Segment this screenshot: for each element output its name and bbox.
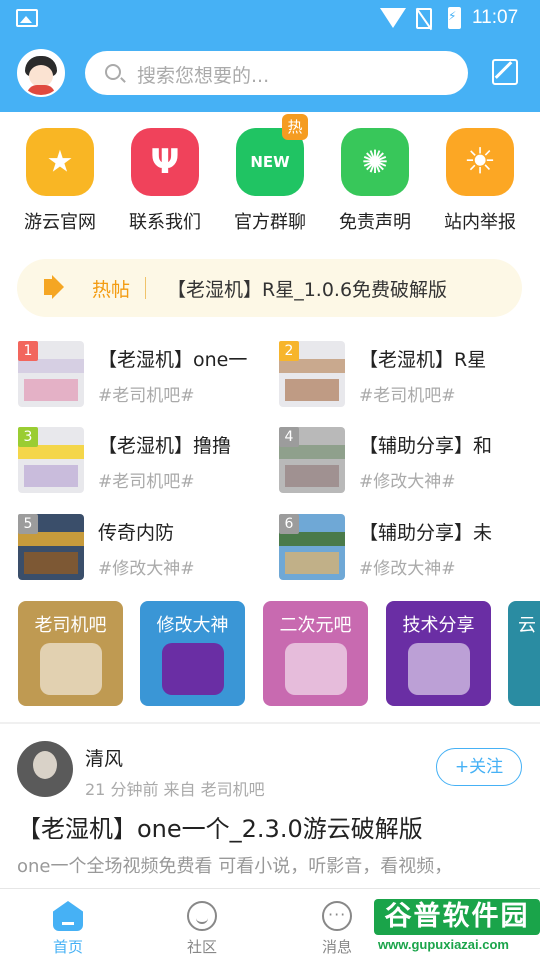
battery-charging-icon [448, 7, 461, 29]
quick-link-official-group[interactable]: NEW 热 官方群聊 [218, 114, 322, 234]
sun-icon: ☀ [446, 128, 514, 196]
tab-community[interactable]: 社区 [162, 901, 242, 957]
rank-number: 1 [18, 341, 38, 361]
ranking-tag: #老司机吧# [98, 472, 195, 492]
follow-button[interactable]: +关注 [436, 748, 522, 786]
no-sim-icon [416, 8, 432, 29]
hacker-icon [408, 643, 470, 695]
home-icon [53, 901, 83, 931]
hot-post-label: 热帖 [92, 279, 131, 301]
divider [145, 277, 146, 299]
category-xiugai[interactable]: 修改大神 [140, 601, 245, 706]
post-title[interactable]: 【老湿机】one一个_2.3.0游云破解版 [17, 809, 423, 844]
quick-link-label: 官方群聊 [234, 212, 306, 233]
quick-link-label: 游云官网 [24, 212, 96, 233]
rank-number: 4 [279, 427, 299, 447]
search-input[interactable]: 搜索您想要的... [85, 51, 468, 95]
ranking-title: 【老湿机】撸撸 [98, 435, 232, 457]
quick-link-contact-us[interactable]: Ψ 联系我们 [113, 128, 217, 234]
speaker-icon [44, 279, 54, 295]
tab-home[interactable]: 首页 [28, 901, 108, 957]
tab-label: 社区 [186, 938, 217, 956]
fork-knife-icon: Ψ [131, 128, 199, 196]
new-badge-icon: NEW 热 [236, 114, 308, 196]
search-icon [105, 64, 121, 80]
ranking-title: 传奇内防 [98, 522, 175, 544]
car-icon [40, 643, 102, 695]
section-divider [0, 722, 540, 724]
ranking-tag: #修改大神# [359, 472, 456, 492]
kiwi-icon: ✺ [341, 128, 409, 196]
status-bar: 11:07 [0, 0, 540, 36]
compose-icon[interactable] [492, 59, 518, 85]
ranking-tag: #修改大神# [359, 559, 456, 579]
quick-link-label: 联系我们 [129, 212, 201, 233]
ranking-item[interactable]: 1 【老湿机】one一 #老司机吧# [18, 341, 268, 409]
ranking-tag: #老司机吧# [359, 386, 456, 406]
watermark-url: www.gupuxiazai.com [378, 937, 509, 952]
category-erciyuan[interactable]: 二次元吧 [263, 601, 368, 706]
tab-label: 首页 [52, 938, 83, 956]
status-time: 11:07 [472, 7, 519, 28]
ranking-item[interactable]: 2 【老湿机】R星 #老司机吧# [279, 341, 529, 409]
post-excerpt: one一个全场视频免费看 可看小说，听影音，看视频， [17, 856, 453, 877]
quick-link-disclaimer[interactable]: ✺ 免责声明 [323, 128, 427, 234]
gg-shield-icon [162, 643, 224, 695]
hot-post-text: 【老湿机】R星_1.0.6免费破解版 [167, 279, 448, 301]
wifi-icon [380, 8, 406, 28]
quick-link-label: 站内举报 [444, 212, 516, 233]
tab-label: 消息 [321, 938, 352, 956]
user-avatar[interactable] [17, 49, 65, 97]
star-badge-icon: ★ [26, 128, 94, 196]
ranking-item[interactable]: 5 传奇内防 #修改大神# [18, 514, 268, 582]
search-placeholder: 搜索您想要的... [137, 65, 270, 87]
message-icon [322, 901, 352, 931]
category-label: 云 [518, 615, 536, 636]
post-meta: 21 分钟前 来自 老司机吧 [85, 780, 265, 799]
ranking-title: 【辅助分享】和 [359, 435, 493, 457]
ranking-tag: #老司机吧# [98, 386, 195, 406]
anime-girl-icon [285, 643, 347, 695]
ranking-item[interactable]: 6 【辅助分享】未 #修改大神# [279, 514, 529, 582]
watermark-title: 谷普软件园 [374, 899, 540, 935]
hot-post-banner[interactable]: 热帖 【老湿机】R星_1.0.6免费破解版 [17, 259, 522, 317]
rank-number: 5 [18, 514, 38, 534]
author-avatar[interactable] [17, 741, 73, 797]
ranking-title: 【老湿机】one一 [98, 349, 248, 371]
category-label: 老司机吧 [34, 615, 107, 636]
ranking-title: 【老湿机】R星 [359, 349, 487, 371]
category-label: 二次元吧 [279, 615, 352, 636]
category-laosiji[interactable]: 老司机吧 [18, 601, 123, 706]
ranking-tag: #修改大神# [98, 559, 195, 579]
tab-messages[interactable]: 消息 [297, 901, 377, 957]
community-icon [187, 901, 217, 931]
rank-number: 6 [279, 514, 299, 534]
gallery-notification-icon [16, 9, 38, 27]
category-label: 技术分享 [402, 615, 475, 636]
rank-number: 2 [279, 341, 299, 361]
hot-badge: 热 [282, 114, 308, 140]
category-jishu[interactable]: 技术分享 [386, 601, 491, 706]
quick-link-label: 免责声明 [339, 212, 411, 233]
ranking-item[interactable]: 4 【辅助分享】和 #修改大神# [279, 427, 529, 495]
quick-link-report[interactable]: ☀ 站内举报 [428, 128, 532, 234]
ranking-item[interactable]: 3 【老湿机】撸撸 #老司机吧# [18, 427, 268, 495]
category-label: 修改大神 [156, 615, 229, 636]
watermark-logo: 谷普软件园 www.gupuxiazai.com [374, 899, 540, 957]
rank-number: 3 [18, 427, 38, 447]
category-yun[interactable]: 云 [508, 601, 540, 706]
quick-link-official-site[interactable]: ★ 游云官网 [8, 128, 112, 234]
author-name[interactable]: 清风 [85, 744, 123, 771]
ranking-title: 【辅助分享】未 [359, 522, 493, 544]
app-header: 11:07 搜索您想要的... [0, 0, 540, 112]
